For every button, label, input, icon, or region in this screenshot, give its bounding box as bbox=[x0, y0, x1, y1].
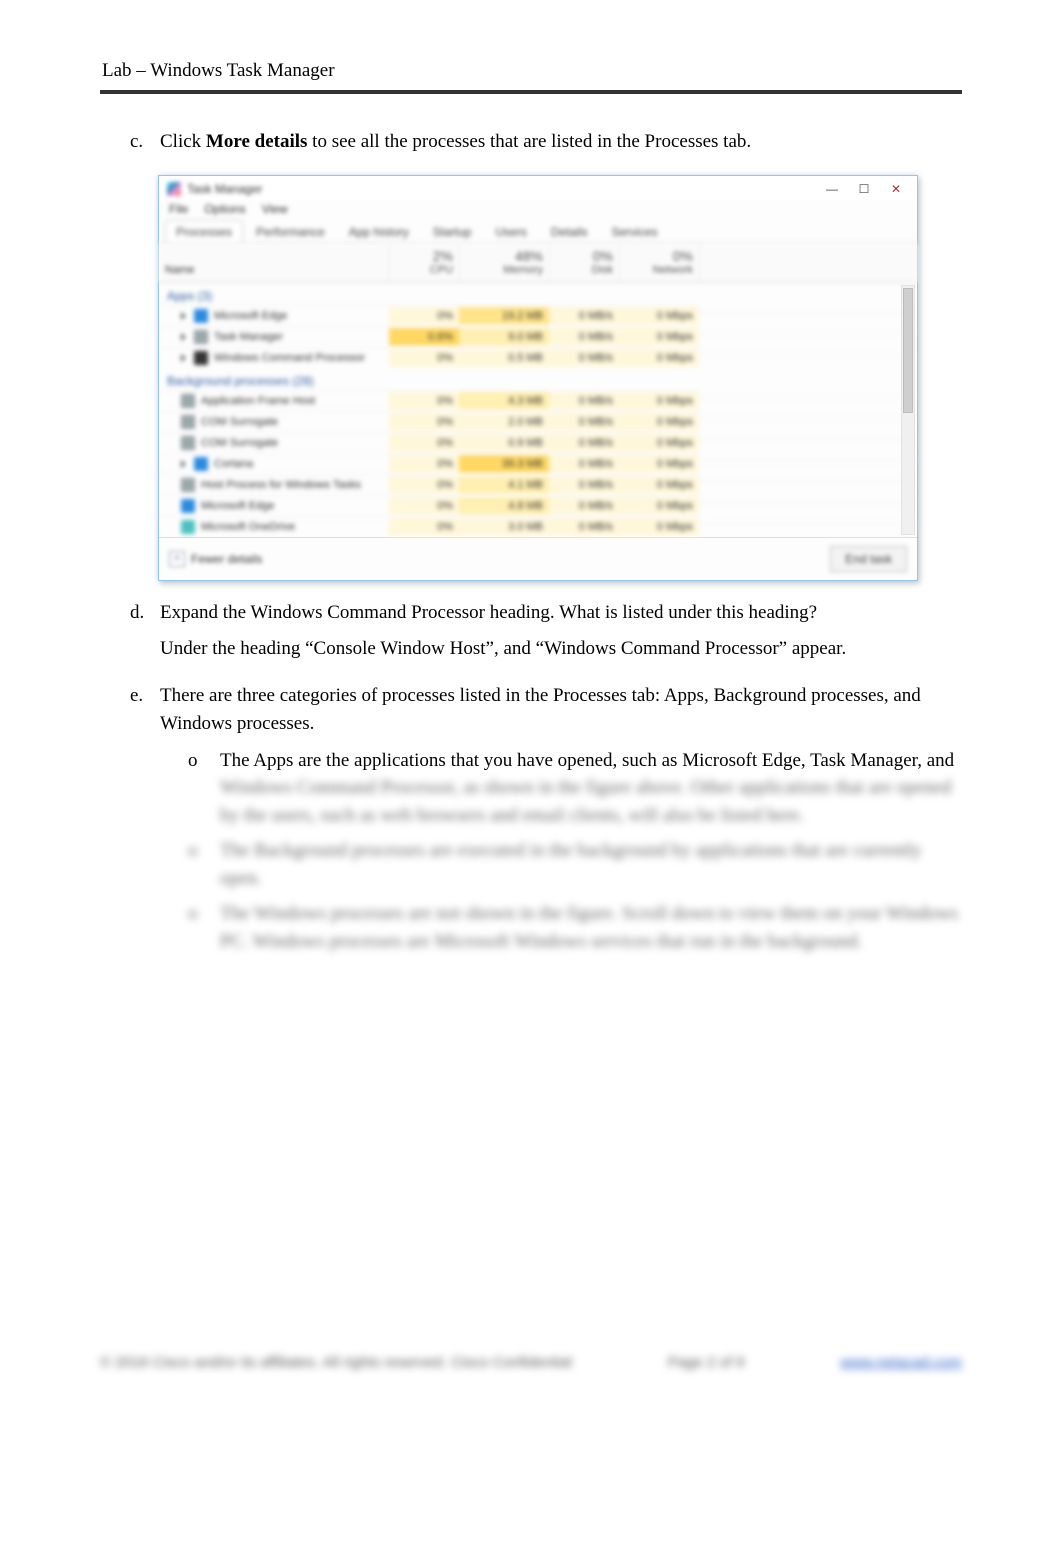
menu-file[interactable]: File bbox=[169, 202, 188, 216]
table-row[interactable]: Application Frame Host 0% 4.3 MB 0 MB/s … bbox=[159, 390, 917, 411]
app-icon bbox=[181, 499, 195, 513]
page-title: Lab – Windows Task Manager bbox=[100, 60, 962, 94]
col-memory[interactable]: 48% Memory bbox=[459, 244, 549, 282]
col-cpu[interactable]: 2% CPU bbox=[389, 244, 459, 282]
app-icon bbox=[181, 478, 195, 492]
app-icon bbox=[181, 415, 195, 429]
chevron-right-icon bbox=[181, 354, 186, 362]
bullet-marker: o bbox=[188, 900, 220, 955]
app-icon bbox=[181, 394, 195, 408]
app-icon bbox=[194, 309, 208, 323]
minimize-button[interactable]: — bbox=[817, 180, 847, 198]
footer-link[interactable]: www.netacad.com bbox=[840, 1354, 962, 1371]
step-d: d. Expand the Windows Command Processor … bbox=[130, 599, 962, 672]
section-background: Background processes (28) bbox=[159, 368, 917, 390]
process-list: Apps (3) Microsoft Edge 0% 19.2 MB 0 MB/… bbox=[159, 283, 917, 537]
window-title: Task Manager bbox=[187, 182, 262, 196]
task-manager-icon bbox=[167, 182, 181, 196]
table-row[interactable]: Task Manager 0.6% 9.0 MB 0 MB/s 0 Mbps bbox=[159, 326, 917, 347]
window-titlebar: Task Manager — ☐ ✕ bbox=[159, 176, 917, 200]
scrollbar-thumb[interactable] bbox=[903, 288, 913, 413]
step-marker: e. bbox=[130, 682, 160, 964]
tab-apphistory[interactable]: App history bbox=[338, 220, 420, 243]
step-c: c. Click More details to see all the pro… bbox=[130, 128, 962, 165]
menu-view[interactable]: View bbox=[262, 202, 288, 216]
tab-performance[interactable]: Performance bbox=[245, 220, 336, 243]
bullet-text-hidden: the users, such as web browsers and emai… bbox=[244, 805, 804, 826]
window-menu: File Options View bbox=[159, 200, 917, 220]
chevron-right-icon bbox=[181, 312, 186, 320]
task-manager-window: Task Manager — ☐ ✕ File Options View Pro… bbox=[158, 175, 918, 581]
tab-startup[interactable]: Startup bbox=[422, 220, 483, 243]
scrollbar[interactable] bbox=[901, 285, 915, 535]
end-task-button[interactable]: End task bbox=[830, 546, 907, 572]
table-row[interactable]: Cortana 0% 39.3 MB 0 MB/s 0 Mbps bbox=[159, 453, 917, 474]
bullet-text-hidden: Windows processes are Microsoft Windows … bbox=[252, 931, 862, 952]
col-name[interactable]: Name bbox=[159, 244, 389, 282]
bullet-text-hidden: The Background processes are executed in… bbox=[220, 837, 962, 892]
tab-processes[interactable]: Processes bbox=[165, 220, 243, 243]
section-apps: Apps (3) bbox=[159, 283, 917, 305]
app-icon bbox=[194, 330, 208, 344]
step-d-answer: Under the heading “Console Window Host”,… bbox=[160, 635, 962, 664]
list-item: o The Apps are the applications that you… bbox=[188, 747, 962, 830]
tab-users[interactable]: Users bbox=[484, 220, 537, 243]
tab-strip: Processes Performance App history Startu… bbox=[159, 220, 917, 244]
table-row[interactable]: Windows Command Processor 0% 0.5 MB 0 MB… bbox=[159, 347, 917, 368]
menu-options[interactable]: Options bbox=[204, 202, 245, 216]
table-row[interactable]: Microsoft OneDrive 0% 3.0 MB 0 MB/s 0 Mb… bbox=[159, 516, 917, 537]
col-network[interactable]: 0% Network bbox=[619, 244, 699, 282]
fewer-details-button[interactable]: ˄ Fewer details bbox=[169, 551, 262, 567]
app-icon bbox=[181, 520, 195, 534]
window-footer: ˄ Fewer details End task bbox=[159, 537, 917, 580]
chevron-right-icon bbox=[181, 333, 186, 341]
col-disk[interactable]: 0% Disk bbox=[549, 244, 619, 282]
document-page: Lab – Windows Task Manager c. Click More… bbox=[0, 0, 1062, 1561]
step-marker: d. bbox=[130, 599, 160, 672]
page-footer: © 2016 Cisco and/or its affiliates. All … bbox=[100, 1354, 962, 1371]
footer-copyright: © 2016 Cisco and/or its affiliates. All … bbox=[100, 1354, 572, 1371]
list-item: o The Windows processes are not shown in… bbox=[188, 900, 962, 955]
table-row[interactable]: Microsoft Edge 0% 4.8 MB 0 MB/s 0 Mbps bbox=[159, 495, 917, 516]
app-icon bbox=[181, 436, 195, 450]
table-row[interactable]: Microsoft Edge 0% 19.2 MB 0 MB/s 0 Mbps bbox=[159, 305, 917, 326]
bullet-text-visible: The Apps are the applications that you h… bbox=[220, 750, 954, 771]
step-e-intro: There are three categories of processes … bbox=[160, 682, 962, 739]
table-row[interactable]: COM Surrogate 0% 2.0 MB 0 MB/s 0 Mbps bbox=[159, 411, 917, 432]
tab-details[interactable]: Details bbox=[540, 220, 599, 243]
chevron-up-icon: ˄ bbox=[169, 551, 185, 567]
window-controls: — ☐ ✕ bbox=[817, 180, 911, 198]
step-marker: c. bbox=[130, 128, 160, 165]
step-e: e. There are three categories of process… bbox=[130, 682, 962, 964]
step-c-text: Click More details to see all the proces… bbox=[160, 128, 962, 157]
bullet-marker: o bbox=[188, 747, 220, 830]
table-row[interactable]: Host Process for Windows Tasks 0% 4.1 MB… bbox=[159, 474, 917, 495]
step-e-sublist: o The Apps are the applications that you… bbox=[188, 747, 962, 956]
app-icon bbox=[194, 351, 208, 365]
close-button[interactable]: ✕ bbox=[881, 180, 911, 198]
maximize-button[interactable]: ☐ bbox=[849, 180, 879, 198]
task-manager-screenshot: Task Manager — ☐ ✕ File Options View Pro… bbox=[158, 175, 962, 581]
footer-page-number: Page 2 of 9 bbox=[668, 1354, 745, 1371]
column-headers: Name 2% CPU 48% Memory 0% Disk 0% Networ… bbox=[159, 244, 917, 283]
chevron-right-icon bbox=[181, 460, 186, 468]
tab-services[interactable]: Services bbox=[601, 220, 669, 243]
table-row[interactable]: COM Surrogate 0% 0.9 MB 0 MB/s 0 Mbps bbox=[159, 432, 917, 453]
list-item: o The Background processes are executed … bbox=[188, 837, 962, 892]
app-icon bbox=[194, 457, 208, 471]
bullet-marker: o bbox=[188, 837, 220, 892]
step-d-question: Expand the Windows Command Processor hea… bbox=[160, 599, 962, 628]
